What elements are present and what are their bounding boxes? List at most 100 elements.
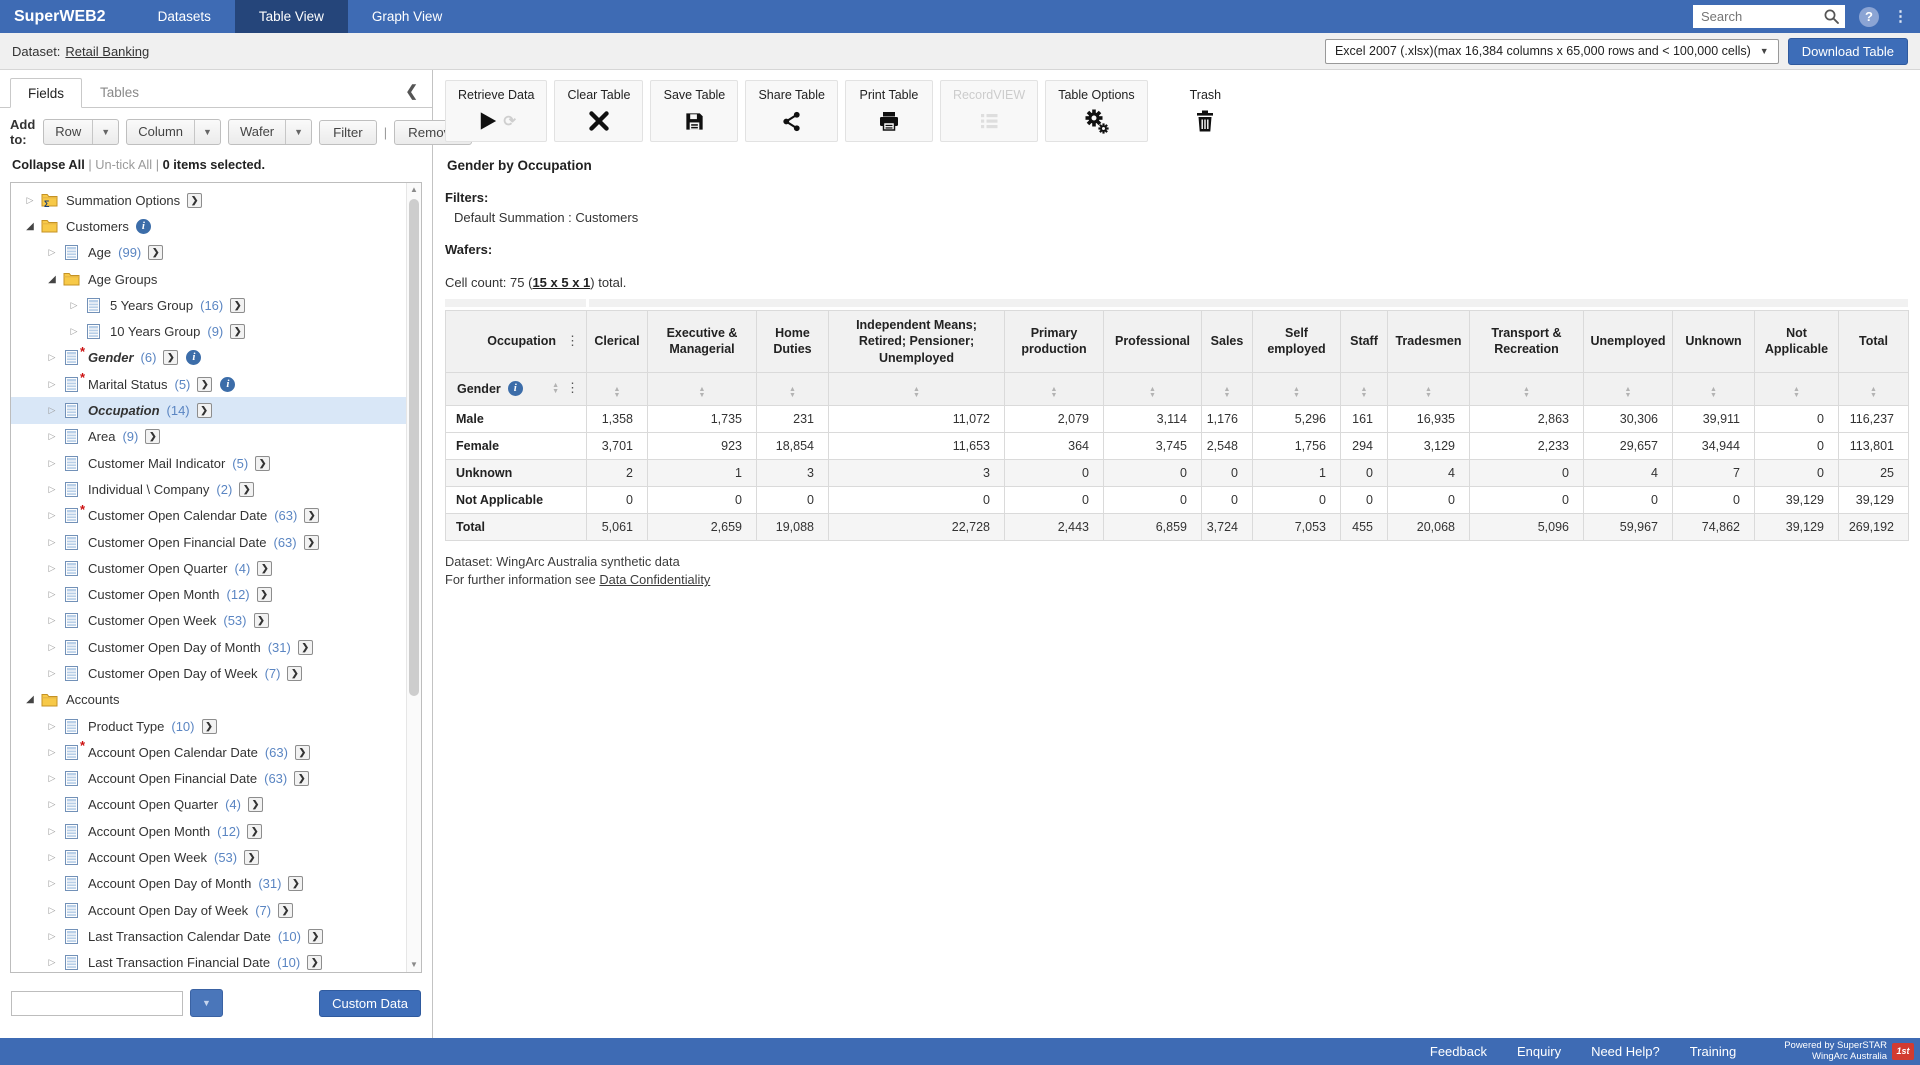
sort-icon[interactable]: ▲▼ [1149,387,1156,399]
nav-tab-table-view[interactable]: Table View [235,0,348,33]
tree-expand-icon[interactable]: ▷ [45,642,59,653]
tree-item-account-open-quarter[interactable]: ▷Account Open Quarter(4)❯ [11,792,421,818]
tree-expand-icon[interactable]: ▷ [67,300,81,311]
tree-item-last-transaction-calendar-date[interactable]: ▷Last Transaction Calendar Date(10)❯ [11,923,421,949]
open-field-arrow-button[interactable]: ❯ [255,456,270,471]
trash-button[interactable]: Trash [1177,80,1235,142]
nav-tab-graph-view[interactable]: Graph View [348,0,466,33]
tree-item-label[interactable]: Last Transaction Financial Date [88,955,270,970]
sort-column-cell[interactable]: ▲▼ [1470,372,1584,405]
tree-scrollbar[interactable]: ▲ ▼ [406,183,421,972]
sort-icon[interactable]: ▲▼ [1523,387,1530,399]
tree-expand-icon[interactable]: ▷ [45,537,59,548]
open-field-arrow-button[interactable]: ❯ [298,640,313,655]
tree-item-customer-open-quarter[interactable]: ▷Customer Open Quarter(4)❯ [11,555,421,581]
column-header-unemployed[interactable]: Unemployed [1584,311,1673,373]
tree-item-10-years-group[interactable]: ▷10 Years Group(9)❯ [11,318,421,344]
clear-table-button[interactable]: Clear Table [554,80,643,142]
tree-item-customers[interactable]: ◢Customersi [11,213,421,239]
download-table-button[interactable]: Download Table [1788,38,1908,65]
sort-column-cell[interactable]: ▲▼ [648,372,757,405]
open-field-arrow-button[interactable]: ❯ [295,745,310,760]
filter-button[interactable]: Filter [319,120,377,145]
tree-item-label[interactable]: Summation Options [66,193,180,208]
tree-item-label[interactable]: Customer Open Calendar Date [88,508,267,523]
tree-expand-icon[interactable]: ▷ [45,615,59,626]
tree-expand-icon[interactable]: ▷ [45,431,59,442]
sort-icon[interactable]: ▲▼ [1361,387,1368,399]
sort-icon[interactable]: ▲▼ [913,387,920,399]
column-header-professional[interactable]: Professional [1104,311,1202,373]
open-field-arrow-button[interactable]: ❯ [304,508,319,523]
chevron-down-icon[interactable]: ▼ [285,120,311,144]
tree-item-last-transaction-financial-date[interactable]: ▷Last Transaction Financial Date(10)❯ [11,950,421,973]
sort-column-cell[interactable]: ▲▼ [587,372,648,405]
custom-data-button[interactable]: Custom Data [319,990,421,1017]
tree-item-label[interactable]: Age Groups [88,272,157,287]
tree-item-account-open-financial-date[interactable]: ▷Account Open Financial Date(63)❯ [11,766,421,792]
tree-item-label[interactable]: Customer Open Financial Date [88,535,266,550]
tree-expand-icon[interactable]: ▷ [45,405,59,416]
tree-item-marital-status[interactable]: ▷*Marital Status(5)❯i [11,371,421,397]
sort-column-cell[interactable]: ▲▼ [1202,372,1253,405]
column-header-not-applicable[interactable]: Not Applicable [1755,311,1839,373]
tree-expand-icon[interactable]: ▷ [45,484,59,495]
tree-item-label[interactable]: Account Open Day of Week [88,903,248,918]
column-header-total[interactable]: Total [1839,311,1909,373]
column-menu-icon[interactable]: ⋮ [566,333,579,350]
tree-item-area[interactable]: ▷Area(9)❯ [11,424,421,450]
tree-item-accounts[interactable]: ◢Accounts [11,687,421,713]
tree-expand-icon[interactable]: ▷ [45,458,59,469]
tree-item-label[interactable]: Account Open Financial Date [88,771,257,786]
tree-item-product-type[interactable]: ▷Product Type(10)❯ [11,713,421,739]
tree-item-account-open-day-of-week[interactable]: ▷Account Open Day of Week(7)❯ [11,897,421,923]
open-field-arrow-button[interactable]: ❯ [294,771,309,786]
open-field-arrow-button[interactable]: ❯ [304,535,319,550]
sort-column-cell[interactable]: ▲▼ [1341,372,1388,405]
column-header-transport-recreation[interactable]: Transport & Recreation [1470,311,1584,373]
tree-item-label[interactable]: Customer Open Day of Month [88,640,261,655]
sort-icon[interactable]: ▲▼ [699,387,706,399]
tree-item-5-years-group[interactable]: ▷5 Years Group(16)❯ [11,292,421,318]
tree-expand-icon[interactable]: ▷ [67,326,81,337]
info-icon[interactable]: i [136,219,151,234]
tree-item-label[interactable]: Age [88,245,111,260]
open-field-arrow-button[interactable]: ❯ [145,429,160,444]
sort-column-cell[interactable]: ▲▼ [1755,372,1839,405]
info-icon[interactable]: i [220,377,235,392]
tree-item-label[interactable]: Account Open Week [88,850,207,865]
footer-link-training[interactable]: Training [1690,1044,1736,1059]
column-dimension-header[interactable]: Occupation⋮ [446,311,587,373]
tree-item-label[interactable]: Area [88,429,115,444]
tree-expand-icon[interactable]: ▷ [45,510,59,521]
nav-tab-datasets[interactable]: Datasets [134,0,235,33]
open-field-arrow-button[interactable]: ❯ [308,929,323,944]
open-field-arrow-button[interactable]: ❯ [230,298,245,313]
footer-link-need-help[interactable]: Need Help? [1591,1044,1660,1059]
sort-icon[interactable]: ▲▼ [1051,387,1058,399]
tree-item-age-groups[interactable]: ◢Age Groups [11,266,421,292]
column-header-clerical[interactable]: Clerical [587,311,648,373]
tree-expand-icon[interactable]: ▷ [45,563,59,574]
open-field-arrow-button[interactable]: ❯ [287,666,302,681]
tree-item-customer-open-calendar-date[interactable]: ▷*Customer Open Calendar Date(63)❯ [11,503,421,529]
collapse-all-link[interactable]: Collapse All [12,157,85,172]
row-label-unknown[interactable]: Unknown [446,459,587,486]
open-field-arrow-button[interactable]: ❯ [278,903,293,918]
chevron-down-icon[interactable]: ▼ [92,120,118,144]
tree-item-account-open-calendar-date[interactable]: ▷*Account Open Calendar Date(63)❯ [11,739,421,765]
tree-expand-icon[interactable]: ▷ [45,852,59,863]
row-menu-icon[interactable]: ⋮ [566,380,579,397]
tree-item-gender[interactable]: ▷*Gender(6)❯i [11,345,421,371]
scroll-down-icon[interactable]: ▼ [407,958,421,972]
export-format-select[interactable]: Excel 2007 (.xlsx)(max 16,384 columns x … [1325,39,1779,64]
cell-count-link[interactable]: 15 x 5 x 1 [532,275,590,290]
sort-column-cell[interactable]: ▲▼ [1388,372,1470,405]
open-field-arrow-button[interactable]: ❯ [187,193,202,208]
save-table-button[interactable]: Save Table [650,80,738,142]
open-field-arrow-button[interactable]: ❯ [197,403,212,418]
sort-column-cell[interactable]: ▲▼ [1104,372,1202,405]
tab-fields[interactable]: Fields [10,78,82,108]
row-dimension-header[interactable]: Genderi▲▼⋮ [446,372,587,405]
column-header-home-duties[interactable]: Home Duties [757,311,829,373]
